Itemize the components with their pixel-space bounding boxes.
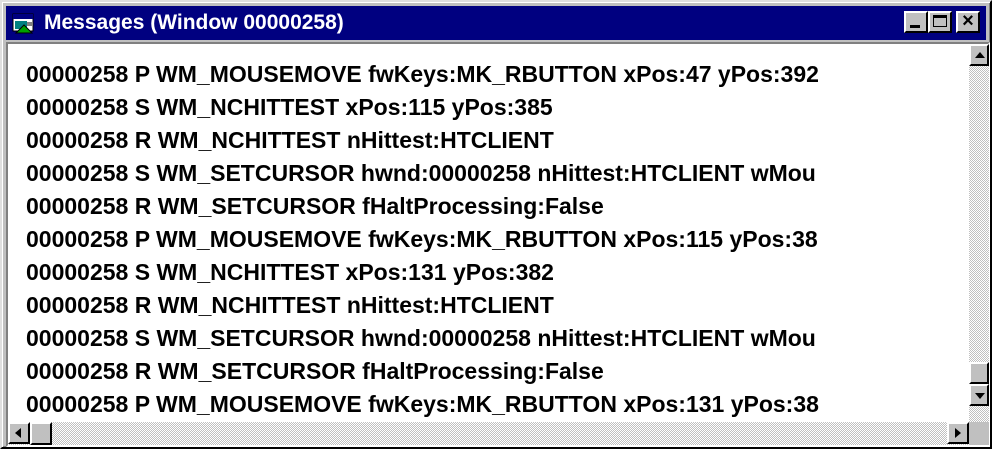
message-line[interactable]: 00000258 R WM_NCHITTEST nHittest:HTCLIEN…: [26, 289, 968, 322]
arrow-right-icon: [955, 428, 961, 438]
close-button[interactable]: ×: [956, 10, 980, 33]
size-grip[interactable]: [969, 422, 989, 445]
maximize-icon: [933, 15, 947, 27]
message-line[interactable]: 00000258 P WM_MOUSEMOVE fwKeys:MK_RBUTTO…: [26, 388, 968, 420]
title-bar[interactable]: Messages (Window 00000258) ×: [6, 6, 986, 40]
message-log[interactable]: 00000258 P WM_MOUSEMOVE fwKeys:MK_RBUTTO…: [6, 42, 990, 447]
scroll-left-button[interactable]: [8, 422, 30, 444]
close-icon: ×: [962, 10, 974, 32]
scroll-down-button[interactable]: [969, 384, 989, 406]
messages-window: Messages (Window 00000258) × 00000258 P …: [0, 0, 992, 449]
message-line[interactable]: 00000258 R WM_SETCURSOR fHaltProcessing:…: [26, 355, 968, 388]
minimize-icon: [910, 25, 920, 28]
message-line[interactable]: 00000258 R WM_NCHITTEST nHittest:HTCLIEN…: [26, 124, 968, 157]
minimize-button[interactable]: [904, 11, 928, 33]
message-line[interactable]: 00000258 P WM_MOUSEMOVE fwKeys:MK_RBUTTO…: [26, 223, 968, 256]
message-list[interactable]: 00000258 P WM_MOUSEMOVE fwKeys:MK_RBUTTO…: [26, 58, 968, 420]
message-line[interactable]: 00000258 S WM_SETCURSOR hwnd:00000258 nH…: [26, 322, 968, 355]
arrow-up-icon: [975, 52, 985, 58]
app-window-icon: [12, 13, 34, 34]
arrow-down-icon: [975, 393, 985, 399]
message-line[interactable]: 00000258 R WM_SETCURSOR fHaltProcessing:…: [26, 190, 968, 223]
message-line[interactable]: 00000258 S WM_NCHITTEST xPos:131 yPos:38…: [26, 256, 968, 289]
message-line[interactable]: 00000258 S WM_NCHITTEST xPos:115 yPos:38…: [26, 91, 968, 124]
maximize-button[interactable]: [928, 11, 952, 33]
message-line[interactable]: 00000258 P WM_MOUSEMOVE fwKeys:MK_RBUTTO…: [26, 58, 968, 91]
vertical-scroll-thumb[interactable]: [969, 362, 989, 384]
arrow-left-icon: [15, 428, 21, 438]
horizontal-scrollbar[interactable]: [8, 422, 969, 445]
horizontal-scroll-thumb[interactable]: [30, 422, 52, 445]
window-title: Messages (Window 00000258): [44, 11, 344, 34]
scroll-up-button[interactable]: [969, 44, 989, 66]
message-line[interactable]: 00000258 S WM_SETCURSOR hwnd:00000258 nH…: [26, 157, 968, 190]
vertical-scrollbar[interactable]: [969, 44, 989, 422]
scroll-right-button[interactable]: [947, 422, 969, 444]
